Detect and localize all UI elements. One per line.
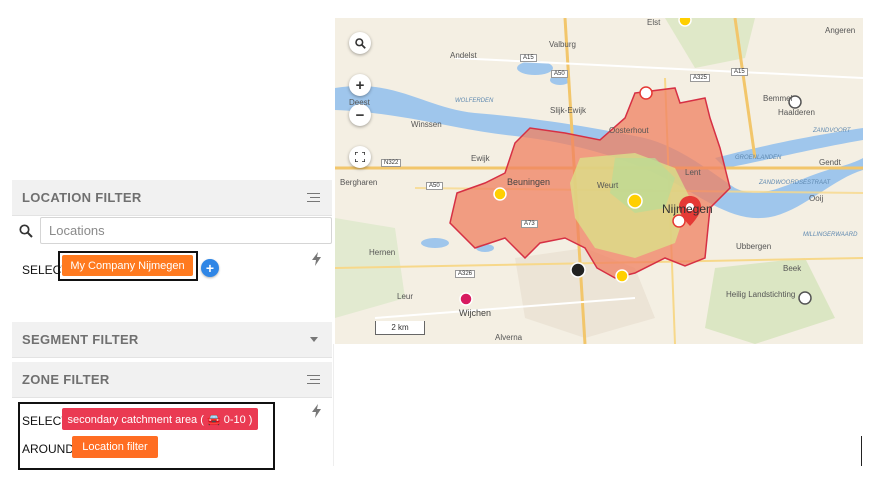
map-label-elst: Elst — [647, 18, 661, 27]
road-label: A326 — [455, 270, 476, 278]
map-label-ewijk: Ewijk — [471, 154, 490, 163]
map-label-bemmel: Bemmel — [763, 94, 793, 103]
location-search-input[interactable] — [40, 217, 332, 244]
map-label-haalderen: Haalderen — [778, 108, 815, 117]
map-label-nijmegen: Nijmegen — [662, 202, 713, 216]
zoom-in-button[interactable]: + — [349, 74, 371, 96]
location-filter-header[interactable]: LOCATION FILTER — [12, 180, 332, 216]
road-label: A325 — [690, 74, 711, 82]
road-label: A15 — [520, 54, 537, 62]
map-label-wijchen: Wijchen — [459, 308, 492, 318]
map-label-deest: Deest — [349, 98, 370, 107]
search-icon — [354, 37, 366, 49]
map-label-oosterhout: Oosterhout — [609, 126, 649, 135]
lightning-icon[interactable] — [312, 404, 321, 421]
road-label: A50 — [551, 70, 568, 78]
filter-panel: LOCATION FILTER SELECT My Company Nijmeg… — [12, 180, 332, 478]
map-area-label: MILLINGERWAARD — [803, 232, 858, 238]
map-label-heilig-landstichting: Heilig Landstichting — [726, 290, 796, 299]
map-label-ooij: Ooij — [809, 194, 824, 203]
selected-location-tag[interactable]: My Company Nijmegen — [62, 255, 193, 276]
map-area-label: ZANDWOORDSESTRAAT — [759, 180, 831, 186]
map-label-beuningen: Beuningen — [507, 177, 551, 187]
right-edge-line — [861, 436, 862, 466]
map-area-label: GROENLANDEN — [735, 155, 782, 161]
road-label: A15 — [731, 68, 748, 76]
search-icon — [12, 216, 40, 246]
map-area-label: WOLFERDEN — [455, 98, 494, 104]
zone-filter-title: ZONE FILTER — [22, 372, 110, 387]
lightning-icon[interactable] — [312, 252, 321, 269]
map-scale: 2 km — [375, 321, 425, 335]
zoom-out-button[interactable]: − — [349, 104, 371, 126]
map-label-angeren: Angeren — [825, 26, 856, 35]
map-label-lent: Lent — [685, 168, 701, 177]
fullscreen-button[interactable] — [349, 146, 371, 168]
add-location-button[interactable]: + — [201, 259, 219, 277]
location-search-row — [12, 216, 332, 246]
map-label-andelst: Andelst — [450, 51, 477, 60]
map-view[interactable]: + − 2 km Nijmegen Beuningen Wijchen Lent… — [335, 18, 863, 344]
zone-filter-header[interactable]: ZONE FILTER — [12, 362, 332, 398]
map-label-valburg: Valburg — [549, 40, 576, 49]
map-label-bergharen: Bergharen — [340, 178, 378, 187]
lines-menu-icon[interactable] — [307, 374, 320, 385]
location-filter-title: LOCATION FILTER — [22, 190, 142, 205]
road-label: N322 — [381, 159, 402, 167]
lines-menu-icon[interactable] — [307, 192, 320, 203]
zone-select-area: SELECT secondary catchment area ( 🚘 0-10… — [12, 398, 332, 478]
road-label: A73 — [521, 220, 538, 228]
map-label-slijk-ewijk: Slijk-Ewijk — [550, 106, 586, 115]
map-label-ubbergen: Ubbergen — [736, 242, 772, 251]
segment-filter-title: SEGMENT FILTER — [22, 332, 139, 347]
around-location-tag[interactable]: Location filter — [72, 436, 158, 458]
map-label-gendt: Gendt — [819, 158, 841, 167]
map-area-label: ZANDVOORT — [813, 128, 851, 134]
map-label-beek: Beek — [783, 264, 802, 273]
zone-around-label: AROUND — [22, 442, 75, 456]
map-search-button[interactable] — [349, 32, 371, 54]
map-label-hernen: Hernen — [369, 248, 396, 257]
map-label-leur: Leur — [397, 292, 414, 301]
segment-filter-header[interactable]: SEGMENT FILTER — [12, 322, 332, 358]
chevron-down-icon[interactable] — [310, 337, 318, 342]
map-label-weurt: Weurt — [597, 181, 619, 190]
map-label-alverna: Alverna — [495, 333, 523, 342]
map-label-winssen: Winssen — [411, 120, 442, 129]
location-select-row: SELECT My Company Nijmegen + — [12, 246, 332, 308]
zone-tag[interactable]: secondary catchment area ( 🚘 0-10 ) — [62, 408, 258, 430]
road-label: A50 — [426, 182, 443, 190]
panel-divider — [333, 344, 334, 466]
fullscreen-icon — [355, 152, 365, 162]
